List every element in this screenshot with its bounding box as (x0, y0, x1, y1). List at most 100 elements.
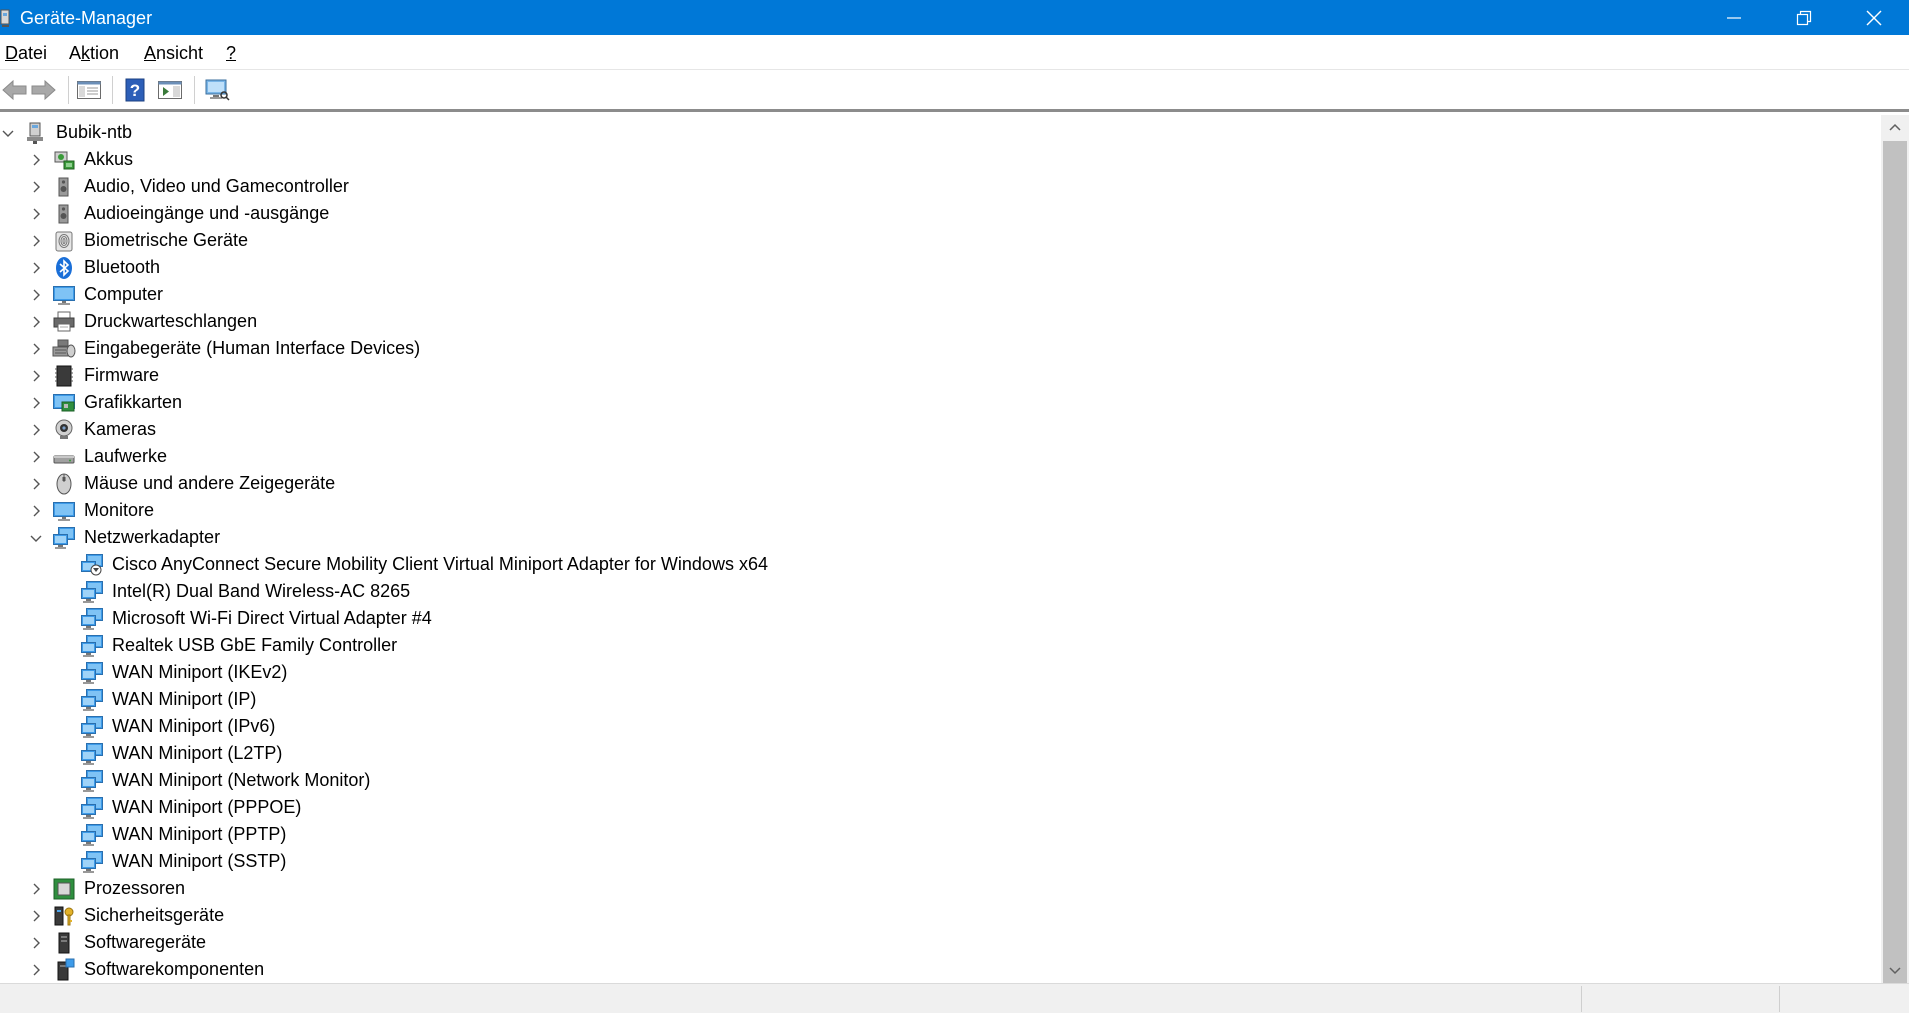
chevron-right-icon[interactable] (29, 882, 43, 896)
chevron-right-icon[interactable] (29, 450, 43, 464)
close-button[interactable] (1839, 0, 1909, 35)
network-adapter-icon (52, 526, 76, 550)
chevron-right-icon[interactable] (29, 963, 43, 977)
tree-category-kameras[interactable]: Kameras (0, 416, 1881, 443)
chevron-right-icon[interactable] (29, 180, 43, 194)
status-bar (0, 983, 1909, 1013)
tree-device[interactable]: Realtek USB GbE Family Controller (0, 632, 1881, 659)
monitor-scan-icon (205, 79, 230, 101)
software-device-icon (52, 931, 76, 955)
tree-category-computer[interactable]: Computer (0, 281, 1881, 308)
tree-category-softwarekomponenten[interactable]: Softwarekomponenten (0, 956, 1881, 983)
back-arrow-icon (2, 79, 27, 101)
tree-device[interactable]: WAN Miniport (L2TP) (0, 740, 1881, 767)
chevron-right-icon[interactable] (29, 261, 43, 275)
chevron-right-icon[interactable] (29, 477, 43, 491)
tree-category-prozessoren[interactable]: Prozessoren (0, 875, 1881, 902)
console-tree-button[interactable] (74, 76, 104, 104)
tree-item-label: WAN Miniport (Network Monitor) (112, 770, 371, 790)
scroll-down-button[interactable] (1881, 959, 1909, 983)
tree-device[interactable]: Microsoft Wi-Fi Direct Virtual Adapter #… (0, 605, 1881, 632)
vertical-scrollbar[interactable] (1881, 115, 1909, 985)
chevron-right-icon[interactable] (29, 423, 43, 437)
tree-item-label: WAN Miniport (SSTP) (112, 851, 287, 871)
forward-button[interactable] (28, 76, 58, 104)
chevron-down-icon[interactable] (1, 126, 15, 140)
help-button[interactable]: ? (120, 76, 150, 104)
title-bar[interactable]: Geräte-Manager (0, 0, 1909, 35)
chevron-down-icon (1889, 967, 1901, 975)
chevron-right-icon[interactable] (29, 288, 43, 302)
tree-category-monitore[interactable]: Monitore (0, 497, 1881, 524)
restore-button[interactable] (1769, 0, 1839, 35)
chevron-down-icon[interactable] (29, 531, 43, 545)
tree-item-label: Monitore (84, 500, 155, 520)
chevron-right-icon[interactable] (29, 936, 43, 950)
menu-ansicht[interactable]: Ansicht (144, 42, 203, 64)
device-manager-app-icon (0, 9, 10, 27)
network-adapter-icon (80, 634, 104, 658)
toolbar-separator (112, 76, 113, 104)
tree-item-label: Bubik-ntb (56, 122, 133, 142)
tree-device[interactable]: WAN Miniport (IPv6) (0, 713, 1881, 740)
chevron-right-icon[interactable] (29, 909, 43, 923)
tree-category-grafikkarten[interactable]: Grafikkarten (0, 389, 1881, 416)
tree-device[interactable]: WAN Miniport (IP) (0, 686, 1881, 713)
scroll-up-button[interactable] (1881, 115, 1909, 139)
software-component-icon (52, 958, 76, 982)
chevron-right-icon[interactable] (29, 369, 43, 383)
minimize-button[interactable] (1699, 0, 1769, 35)
menu-aktion[interactable]: Aktion (69, 42, 119, 64)
monitor-icon (52, 283, 76, 307)
tree-category-akkus[interactable]: Akkus (0, 146, 1881, 173)
tree-device[interactable]: Cisco AnyConnect Secure Mobility Client … (0, 551, 1881, 578)
chevron-right-icon[interactable] (29, 207, 43, 221)
tree-item-label: Computer (84, 284, 164, 304)
chevron-right-icon[interactable] (29, 153, 43, 167)
tree-category-laufwerke[interactable]: Laufwerke (0, 443, 1881, 470)
scrollbar-thumb[interactable] (1883, 141, 1907, 985)
battery-icon (52, 148, 76, 172)
mouse-icon (52, 472, 76, 496)
chevron-right-icon[interactable] (29, 342, 43, 356)
tree-device[interactable]: WAN Miniport (SSTP) (0, 848, 1881, 875)
chevron-up-icon (1889, 123, 1901, 131)
tree-category-sicherheitsgeräte[interactable]: Sicherheitsgeräte (0, 902, 1881, 929)
chevron-right-icon[interactable] (29, 315, 43, 329)
tree-category-mäuse-und-andere-zeigegeräte[interactable]: Mäuse und andere Zeigegeräte (0, 470, 1881, 497)
chevron-right-icon[interactable] (29, 396, 43, 410)
tree-category-audioeingänge-und-ausgänge[interactable]: Audioeingänge und -ausgänge (0, 200, 1881, 227)
chevron-right-icon[interactable] (29, 504, 43, 518)
tree-category-netzwerkadapter[interactable]: Netzwerkadapter (0, 524, 1881, 551)
tree-device[interactable]: Intel(R) Dual Band Wireless-AC 8265 (0, 578, 1881, 605)
help-icon: ? (125, 78, 145, 102)
tree-category-softwaregeräte[interactable]: Softwaregeräte (0, 929, 1881, 956)
scan-hardware-button[interactable] (202, 76, 232, 104)
tree-category-druckwarteschlangen[interactable]: Druckwarteschlangen (0, 308, 1881, 335)
network-adapter-icon (80, 850, 104, 874)
tree-item-label: Audio, Video und Gamecontroller (84, 176, 349, 196)
tree-device[interactable]: WAN Miniport (IKEv2) (0, 659, 1881, 686)
tree-category-firmware[interactable]: Firmware (0, 362, 1881, 389)
tree-category-biometrische-geräte[interactable]: Biometrische Geräte (0, 227, 1881, 254)
menu-datei[interactable]: Datei (5, 42, 47, 64)
menu-aktion-label: Aktion (69, 43, 120, 63)
tree-item-label: Druckwarteschlangen (84, 311, 258, 331)
tree-device[interactable]: WAN Miniport (PPPOE) (0, 794, 1881, 821)
menu-help[interactable]: ? (226, 42, 236, 64)
tree-device[interactable]: WAN Miniport (PPTP) (0, 821, 1881, 848)
tree-item-label: Audioeingänge und -ausgänge (84, 203, 330, 223)
tree-device[interactable]: WAN Miniport (Network Monitor) (0, 767, 1881, 794)
webcam-icon (52, 418, 76, 442)
menu-ansicht-label: Ansicht (144, 43, 204, 63)
back-button[interactable] (0, 76, 30, 104)
properties-pane-button[interactable] (155, 76, 185, 104)
window-title: Geräte-Manager (20, 8, 153, 28)
tree-category-eingabegeräte-human-interface-devices[interactable]: Eingabegeräte (Human Interface Devices) (0, 335, 1881, 362)
toolbar-separator (194, 76, 195, 104)
tree-category-audio-video-und-gamecontroller[interactable]: Audio, Video und Gamecontroller (0, 173, 1881, 200)
tree-category-bluetooth[interactable]: Bluetooth (0, 254, 1881, 281)
tree-root[interactable]: Bubik-ntb (0, 119, 1881, 146)
chevron-right-icon[interactable] (29, 234, 43, 248)
device-tree[interactable]: Bubik-ntb Akkus Audio, Video und Gamecontr… (0, 115, 1881, 983)
